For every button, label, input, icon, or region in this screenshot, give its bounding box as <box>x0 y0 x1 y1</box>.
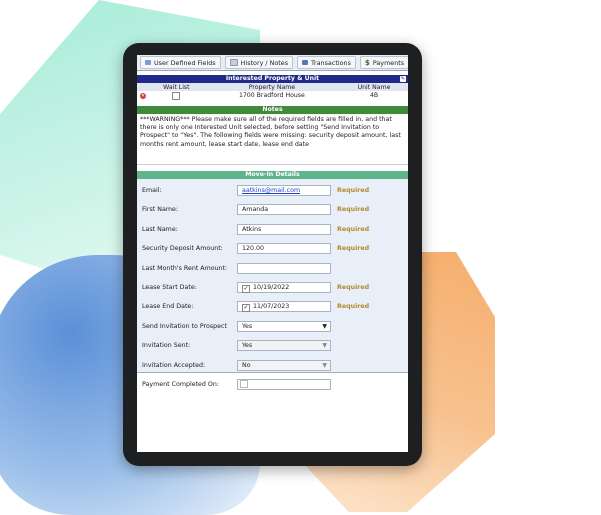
interested-property-header: Interested Property & Unit ✎ <box>137 75 408 83</box>
history-icon <box>229 59 238 66</box>
chevron-down-icon: ▼ <box>322 342 327 350</box>
notes-warning-text: ***WARNING*** Please make sure all of th… <box>137 114 408 165</box>
tab-transactions[interactable]: Transactions <box>297 56 356 69</box>
lease-end-row: Lease End Date: ✓ 11/07/2023 Required <box>137 298 408 317</box>
invitation-sent-select[interactable]: Yes ▼ <box>237 340 331 352</box>
tablet-frame: User Defined Fields History / Notes Tran… <box>123 43 422 466</box>
security-deposit-label: Security Deposit Amount: <box>142 245 223 253</box>
chevron-down-icon: ▼ <box>322 322 327 330</box>
payment-completed-label: Payment Completed On: <box>142 380 219 388</box>
edit-icon[interactable]: ✎ <box>400 76 406 82</box>
invitation-accepted-row: Invitation Accepted: No ▼ <box>137 357 408 376</box>
delete-row-icon[interactable]: ✕ <box>140 93 146 99</box>
send-invitation-row: Send Invitation to Prospect Yes ▼ <box>137 318 408 337</box>
interested-property-table: Wait List Property Name Unit Name ✕ 1700… <box>137 83 408 100</box>
last-name-field[interactable]: Atkins <box>237 223 331 235</box>
lease-start-checkbox[interactable]: ✓ <box>242 284 250 293</box>
move-in-details-panel: Email: aatkins@mail.com Required First N… <box>137 179 408 390</box>
payment-completed-checkbox[interactable] <box>240 379 248 388</box>
payment-completed-row: Payment Completed On: <box>137 376 408 395</box>
tab-payments[interactable]: $ Payments <box>359 56 408 69</box>
invitation-sent-row: Invitation Sent: Yes ▼ <box>137 337 408 356</box>
lease-end-date-field[interactable]: ✓ 11/07/2023 <box>237 301 331 313</box>
invitation-accepted-select[interactable]: No ▼ <box>237 359 331 371</box>
lease-start-date-field[interactable]: ✓ 10/19/2022 <box>237 281 331 293</box>
send-invitation-select[interactable]: Yes ▼ <box>237 320 331 332</box>
required-indicator: Required <box>337 225 370 233</box>
transactions-icon <box>302 60 309 65</box>
required-indicator: Required <box>337 303 370 311</box>
chevron-down-icon: ▼ <box>322 361 327 369</box>
invitation-accepted-label: Invitation Accepted: <box>142 361 206 369</box>
first-name-row: First Name: Amanda Required <box>137 201 408 220</box>
required-indicator: Required <box>337 187 370 194</box>
security-deposit-row: Security Deposit Amount: 120.00 Required <box>137 240 408 259</box>
dollar-icon: $ <box>364 58 370 67</box>
required-indicator: Required <box>337 245 370 253</box>
invitation-sent-label: Invitation Sent: <box>142 342 191 350</box>
first-name-field[interactable]: Amanda <box>237 204 331 216</box>
wait-list-checkbox[interactable] <box>172 91 181 100</box>
email-field[interactable]: aatkins@mail.com <box>237 185 331 196</box>
column-header-unit-name: Unit Name <box>340 83 408 91</box>
last-month-rent-field[interactable] <box>237 262 331 274</box>
security-deposit-field[interactable]: 120.00 <box>237 243 331 255</box>
lease-end-label: Lease End Date: <box>142 303 194 311</box>
email-label: Email: <box>142 187 162 194</box>
last-name-label: Last Name: <box>142 225 178 233</box>
payment-completed-field[interactable] <box>237 378 331 390</box>
lease-start-label: Lease Start Date: <box>142 283 197 291</box>
first-name-label: First Name: <box>142 206 178 214</box>
tablet-screen: User Defined Fields History / Notes Tran… <box>137 55 408 452</box>
column-header-property-name: Property Name <box>203 83 341 91</box>
property-name-cell: 1700 Bradford House <box>238 92 305 99</box>
tab-user-defined-fields[interactable]: User Defined Fields <box>140 56 221 69</box>
fields-icon <box>145 60 151 65</box>
tab-history-notes[interactable]: History / Notes <box>224 56 294 69</box>
move-in-details-header: Move-In Details <box>137 171 408 179</box>
required-indicator: Required <box>337 206 370 214</box>
table-header-row: Wait List Property Name Unit Name <box>137 83 408 91</box>
email-row: Email: aatkins@mail.com Required <box>137 182 408 201</box>
send-invitation-label: Send Invitation to Prospect <box>142 322 227 330</box>
tab-bar: User Defined Fields History / Notes Tran… <box>137 55 408 71</box>
notes-header: Notes <box>137 106 408 114</box>
table-row: ✕ 1700 Bradford House 4B <box>137 91 408 100</box>
required-indicator: Required <box>337 283 370 291</box>
column-header-wait-list: Wait List <box>149 83 204 91</box>
last-month-rent-label: Last Month's Rent Amount: <box>142 264 228 272</box>
lease-end-checkbox[interactable]: ✓ <box>242 304 250 313</box>
last-name-row: Last Name: Atkins Required <box>137 221 408 240</box>
lease-start-row: Lease Start Date: ✓ 10/19/2022 Required <box>137 279 408 298</box>
last-month-rent-row: Last Month's Rent Amount: <box>137 260 408 279</box>
unit-name-cell: 4B <box>369 92 379 99</box>
